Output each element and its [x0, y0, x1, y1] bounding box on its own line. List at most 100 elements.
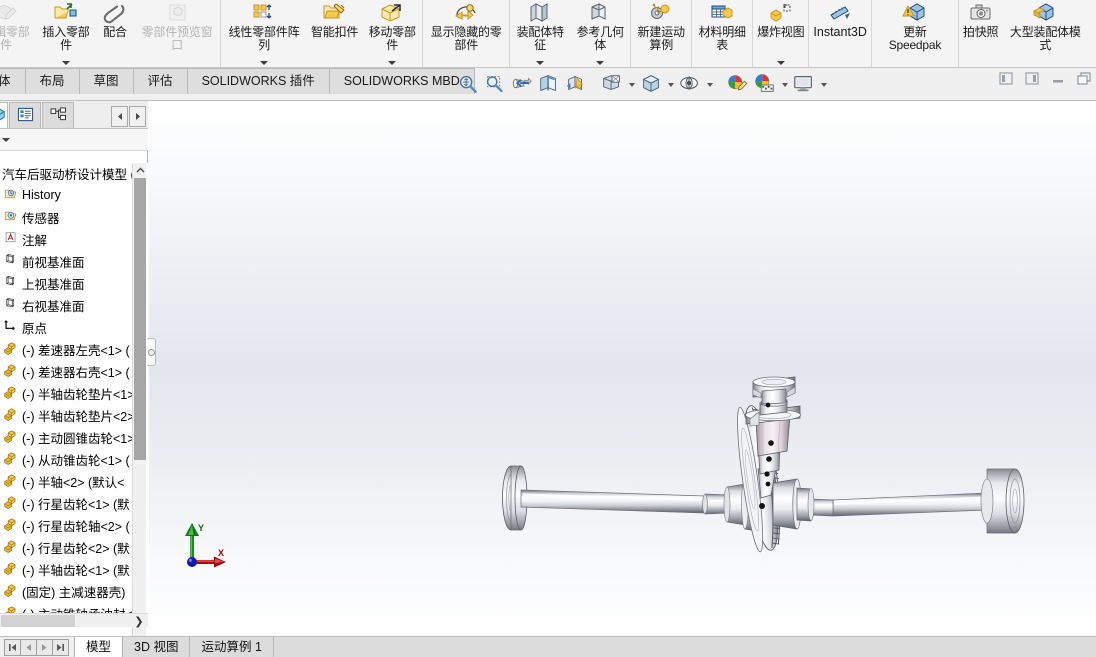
- view-toolbar-apply-scene-button[interactable]: [752, 72, 778, 98]
- restore-button[interactable]: [1076, 72, 1092, 88]
- tree-item[interactable]: 上视基准面: [0, 272, 148, 294]
- tree-item-label: (固定) 主减速器壳): [22, 585, 126, 600]
- command-tab-5[interactable]: SOLIDWORKS MBD: [328, 68, 475, 94]
- graphics-viewport[interactable]: Y X: [149, 101, 1096, 636]
- expand-right-panel-button[interactable]: [1024, 72, 1040, 88]
- last-tab-icon[interactable]: [52, 638, 69, 656]
- view-toolbar-previous-view-button[interactable]: [509, 72, 535, 98]
- configuration-manager-tab[interactable]: [42, 102, 74, 128]
- filter-chevron-down-icon[interactable]: [2, 138, 10, 142]
- view-toolbar-chevron-down-icon[interactable]: [704, 72, 715, 98]
- prev-tab-icon[interactable]: [20, 638, 37, 656]
- bottom-tab-2[interactable]: 运动算例 1: [189, 637, 274, 657]
- component-icon: [3, 429, 22, 445]
- scroll-right-icon[interactable]: [129, 106, 146, 127]
- tree-vertical-scrollbar[interactable]: [132, 163, 146, 657]
- view-toolbar-view-setting-cube-button[interactable]: [638, 72, 664, 98]
- command-tab-0[interactable]: 装配体: [0, 68, 26, 94]
- ribbon-dropdown-caret-icon[interactable]: [388, 61, 397, 65]
- view-toolbar-display-style-button[interactable]: [599, 72, 625, 98]
- tree-item[interactable]: (-) 主动圆锥齿轮<1>: [0, 426, 148, 448]
- ribbon-button-insert-component[interactable]: 插入零部件: [36, 0, 96, 67]
- ribbon-button-reference-geometry[interactable]: 参考几何体: [570, 0, 632, 67]
- bottom-tab-1[interactable]: 3D 视图: [122, 637, 191, 657]
- panel-splitter-handle[interactable]: [147, 338, 156, 366]
- command-tab-1[interactable]: 布局: [24, 68, 80, 94]
- axle-assembly-model[interactable]: [149, 101, 1096, 636]
- bottom-tab-0[interactable]: 模型: [74, 637, 124, 657]
- tree-root-item[interactable]: 汽车后驱动桥设计模型 (: [0, 163, 148, 184]
- ribbon-dropdown-caret-icon[interactable]: [596, 61, 605, 65]
- tree-item[interactable]: (-) 行星齿轮<2> (默: [0, 536, 148, 558]
- tree-item[interactable]: 注解: [0, 228, 148, 250]
- tree-item[interactable]: (-) 行星齿轮轴<2> (: [0, 514, 148, 536]
- ribbon-button-mate-paperclip[interactable]: 配合: [96, 0, 134, 67]
- feature-manager-filter-bar[interactable]: [0, 129, 148, 151]
- view-toolbar-zoom-to-area-button[interactable]: [482, 72, 508, 98]
- tree-item[interactable]: 原点: [0, 316, 148, 338]
- tree-item[interactable]: (-) 行星齿轮<1> (默: [0, 492, 148, 514]
- view-toolbar-chevron-down-icon[interactable]: [626, 72, 637, 98]
- tree-item-label: (-) 半轴齿轮<1> (默: [22, 563, 130, 578]
- ribbon-dropdown-caret-icon[interactable]: [536, 61, 545, 65]
- ribbon-button-label: 编辑零部件: [0, 25, 30, 52]
- component-icon: [3, 363, 22, 379]
- ribbon-dropdown-caret-icon[interactable]: [62, 61, 70, 65]
- view-toolbar-view-setting-screen-button[interactable]: [791, 72, 817, 98]
- tree-item[interactable]: 传感器: [0, 206, 148, 228]
- ribbon-button-large-assembly-mode[interactable]: 大型装配体模式: [1002, 0, 1088, 67]
- tree-item[interactable]: 右视基准面: [0, 294, 148, 316]
- scroll-right-icon[interactable]: ❯: [132, 614, 146, 628]
- first-tab-icon[interactable]: [4, 638, 21, 656]
- tree-scroll-thumb[interactable]: [134, 178, 146, 460]
- ribbon-dropdown-caret-icon[interactable]: [260, 61, 268, 65]
- ribbon-button-smart-fasteners[interactable]: 智能扣件: [307, 0, 362, 67]
- ribbon-button-update-speedpak[interactable]: 更新 Speedpak: [872, 0, 959, 67]
- tree-item[interactable]: (-) 从动锥齿轮<1> (: [0, 448, 148, 470]
- feature-manager-panel: 汽车后驱动桥设计模型 ( History 传感器 注解 前视基准面 上视基准面 右视基准面…: [0, 101, 148, 657]
- tree-item[interactable]: (-) 半轴齿轮<1> (默: [0, 558, 148, 580]
- tree-hscroll-thumb[interactable]: [1, 615, 75, 627]
- view-toolbar-chevron-down-icon[interactable]: [779, 72, 790, 98]
- ribbon-button-move-component[interactable]: 移动零部件: [362, 0, 424, 67]
- view-toolbar-chevron-down-icon[interactable]: [665, 72, 676, 98]
- command-tab-2[interactable]: 草图: [78, 68, 134, 94]
- property-manager-tab[interactable]: [9, 102, 41, 128]
- ribbon-button-new-motion-study[interactable]: 新建运动算例: [631, 0, 693, 67]
- tree-item[interactable]: (-) 差速器右壳<1> (: [0, 360, 148, 382]
- tree-item[interactable]: (-) 半轴齿轮垫片<2>: [0, 404, 148, 426]
- scroll-left-icon[interactable]: [111, 106, 128, 127]
- collapse-left-panel-button[interactable]: [998, 72, 1014, 88]
- new-motion-study-icon: [646, 1, 676, 25]
- view-toolbar-zoom-to-fit-button[interactable]: [455, 72, 481, 98]
- ribbon-button-label: 插入零部件: [42, 25, 90, 52]
- tree-item[interactable]: (-) 差速器左壳<1> (: [0, 338, 148, 360]
- ribbon-button-linear-component-pattern[interactable]: 线性零部件阵列: [221, 0, 307, 67]
- component-icon: [3, 517, 22, 533]
- ribbon-button-assembly-features[interactable]: 装配体特征: [510, 0, 570, 67]
- ribbon-button-instant3d[interactable]: Instant3D: [809, 0, 872, 67]
- tree-item[interactable]: 前视基准面: [0, 250, 148, 272]
- view-toolbar-chevron-down-icon[interactable]: [818, 72, 829, 98]
- view-toolbar-section-view-button[interactable]: [536, 72, 562, 98]
- command-tab-4[interactable]: SOLIDWORKS 插件: [186, 68, 330, 94]
- view-toolbar-view-orientation-button[interactable]: [563, 72, 589, 98]
- ribbon-button-exploded-view[interactable]: 爆炸视图: [753, 0, 810, 67]
- scroll-up-icon[interactable]: [133, 163, 147, 177]
- large-assembly-mode-icon: [1030, 1, 1060, 25]
- tree-item[interactable]: History: [0, 184, 148, 206]
- view-toolbar-hide-show-items-button[interactable]: [677, 72, 703, 98]
- ribbon-button-bill-of-materials[interactable]: 材料明细表: [692, 0, 754, 67]
- ribbon-dropdown-caret-icon[interactable]: [776, 61, 785, 65]
- view-toolbar-edit-appearance-button[interactable]: [725, 72, 751, 98]
- tree-item[interactable]: (固定) 主减速器壳): [0, 580, 148, 602]
- next-tab-icon[interactable]: [36, 638, 53, 656]
- ribbon-button-take-snapshot[interactable]: 拍快照: [959, 0, 1002, 67]
- command-tab-3[interactable]: 评估: [132, 68, 188, 94]
- minimize-button[interactable]: [1050, 72, 1066, 88]
- tree-item[interactable]: (-) 半轴<2> (默认<: [0, 470, 148, 492]
- tree-item[interactable]: (-) 半轴齿轮垫片<1>: [0, 382, 148, 404]
- feature-manager-tree-tab[interactable]: [0, 102, 8, 128]
- ribbon-button-show-hidden-components[interactable]: 显示隐藏的零部件: [423, 0, 511, 67]
- tree-horizontal-scrollbar[interactable]: ❯: [0, 613, 148, 628]
